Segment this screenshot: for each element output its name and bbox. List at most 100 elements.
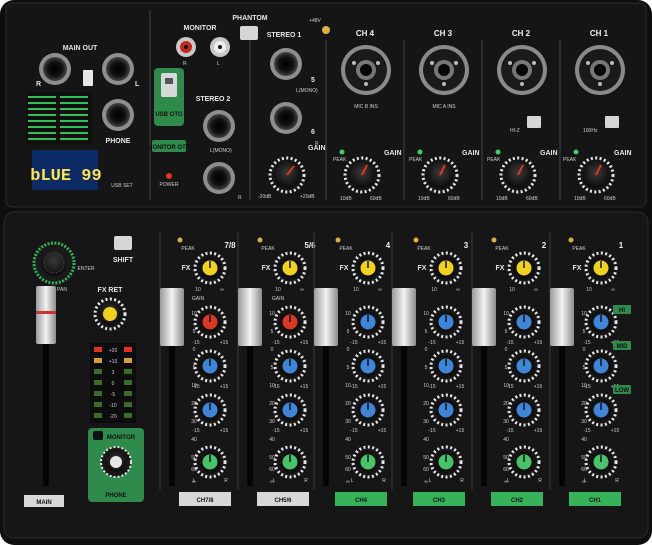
strip-4-fx-label: FX — [340, 265, 349, 272]
strip-4-fader-cap[interactable] — [314, 288, 338, 346]
lowcut-switch[interactable] — [605, 116, 619, 128]
main-out-jack-l[interactable] — [102, 53, 134, 85]
strip-5-6-fx-max: ∞ — [300, 287, 304, 293]
shift-button[interactable] — [114, 236, 132, 250]
rca-icon[interactable] — [176, 37, 196, 57]
main-out-jack-r[interactable] — [39, 53, 71, 85]
main-out-r-label: R — [36, 81, 41, 88]
strip-3-fx-label: FX — [418, 265, 427, 272]
strip-7-8-pan-r: R — [224, 478, 228, 484]
main-pan-label: PAN — [57, 287, 67, 293]
xlr-combo-ch1[interactable] — [575, 45, 625, 95]
stereo1-jack-b[interactable] — [270, 102, 302, 134]
monitor-rca-l[interactable] — [210, 37, 230, 57]
strip-5-6-low-min: -15 — [272, 428, 279, 434]
xlr-combo-ch2[interactable] — [497, 45, 547, 95]
strip-2-fx-max: ∞ — [534, 287, 538, 293]
strip-7-8-low-min: -15 — [192, 428, 199, 434]
xlr-combo-icon[interactable] — [341, 45, 391, 95]
strip-3-scale-7: 40 — [423, 437, 429, 443]
strip-5-6-hi-max: +15 — [300, 384, 309, 390]
strip-7-8-bottom-label: CH7/8 — [196, 498, 214, 504]
svg-text:GAIN: GAIN — [384, 150, 402, 157]
strip-3-mid-max: +15 — [456, 384, 465, 390]
phone-level-knob[interactable] — [100, 446, 132, 478]
strip-3-hi-min: -15 — [428, 340, 435, 346]
strip-7-8-scale-1: 5 — [193, 329, 196, 335]
strip-3-fader-cap[interactable] — [392, 288, 416, 346]
strip-4-pan-l: L — [351, 478, 354, 484]
phantom-switch[interactable] — [240, 26, 258, 40]
stereo-gain-knob[interactable] — [268, 156, 306, 194]
strip-7-8-fader-cap[interactable] — [160, 288, 184, 346]
strip-3-fx-min: 10 — [431, 287, 437, 293]
strip-5-6-fader-cap[interactable] — [238, 288, 262, 346]
strip-1-low-max: +15 — [611, 428, 620, 434]
phone-jack-label: PHONE — [106, 138, 131, 145]
strip-5-6-gain-max: +15 — [300, 340, 309, 346]
usb-set-label: USB SET — [111, 183, 132, 189]
strip-4-scale-9: 60 — [345, 467, 351, 473]
encoder-knob[interactable] — [32, 241, 76, 285]
main-out-label: MAIN OUT — [63, 45, 98, 52]
strip-5-6-scale-9: 60 — [269, 467, 275, 473]
hiz-switch[interactable] — [527, 116, 541, 128]
strip-3-pan-l: L — [429, 478, 432, 484]
strip-4-scale-3: 5 — [347, 365, 350, 371]
power-led — [166, 173, 172, 179]
strip-1-scale-2: 0 — [583, 347, 586, 353]
strip-3-pan-r: R — [460, 478, 464, 484]
strip-3-scale-0: 10 — [423, 311, 429, 317]
svg-text:10dB: 10dB — [496, 196, 508, 202]
strip-2-scale-5: 20 — [503, 401, 509, 407]
strip-3-scale-3: 5 — [425, 365, 428, 371]
strip-3-scale-10: ∞ — [424, 479, 428, 485]
strip-1-number: 1 — [619, 241, 624, 250]
strip-1-fader-cap[interactable] — [550, 288, 574, 346]
strip-7-8-scale-0: 10 — [191, 311, 197, 317]
strip-1-low-min: -15 — [583, 428, 590, 434]
stereo1-label: STEREO 1 — [267, 32, 302, 39]
strip-7-8-gain-label: GAIN — [192, 296, 205, 302]
strip-2-scale-6: 30 — [503, 419, 509, 425]
strip-7-8-scale-10: ∞ — [192, 479, 196, 485]
strip-4-scale-10: ∞ — [346, 479, 350, 485]
strip-4-bottom-label: CH4 — [355, 498, 368, 504]
gain-knob-ch1[interactable] — [577, 156, 615, 194]
strip-3-scale-2: 0 — [425, 347, 428, 353]
strip-3-low-max: +15 — [456, 428, 465, 434]
usb-icon[interactable] — [161, 73, 177, 97]
strip-7-8-scale-5: 20 — [191, 401, 197, 407]
strip-2-fader-cap[interactable] — [472, 288, 496, 346]
strip-4-hi-max: +15 — [378, 340, 387, 346]
phantom-led — [322, 26, 330, 34]
strip-5-6-bottom-label: CH5/6 — [274, 498, 292, 504]
gain-knob-ch2[interactable] — [499, 156, 537, 194]
svg-text:+20: +20 — [109, 348, 118, 354]
main-fader-cap[interactable] — [36, 286, 56, 344]
jack6-label: 6 — [311, 129, 315, 136]
strip-3-scale-1: 5 — [425, 329, 428, 335]
svg-text:-20: -20 — [109, 414, 116, 420]
phone-jack[interactable] — [102, 99, 134, 131]
xlr-combo-ch3[interactable] — [419, 45, 469, 95]
strip-5-6-fx-label: FX — [262, 265, 271, 272]
strip-7-8-scale-9: 60 — [191, 467, 197, 473]
stereo1-jack-a[interactable] — [270, 48, 302, 80]
lmono-label-1: L(MONO) — [296, 88, 318, 94]
strip-3-fx-max: ∞ — [456, 287, 460, 293]
svg-text:GAIN: GAIN — [614, 150, 632, 157]
stereo2-jack-b[interactable] — [203, 162, 235, 194]
gain-knob-ch4[interactable] — [343, 156, 381, 194]
strip-5-6-scale-6: 30 — [269, 419, 275, 425]
strip-2-mid-max: +15 — [534, 384, 543, 390]
headphone-icon-bottom — [93, 431, 103, 440]
strip-4-scale-7: 40 — [345, 437, 351, 443]
fx-preset-list — [26, 92, 92, 144]
gain-knob-ch3[interactable] — [421, 156, 459, 194]
strip-1-scale-6: 30 — [581, 419, 587, 425]
strip-1-scale-1: 5 — [583, 329, 586, 335]
strip-2-peak-label: PEAK — [495, 246, 509, 252]
stereo2-jack-a[interactable] — [203, 110, 235, 142]
strip-4-low-min: -15 — [350, 428, 357, 434]
